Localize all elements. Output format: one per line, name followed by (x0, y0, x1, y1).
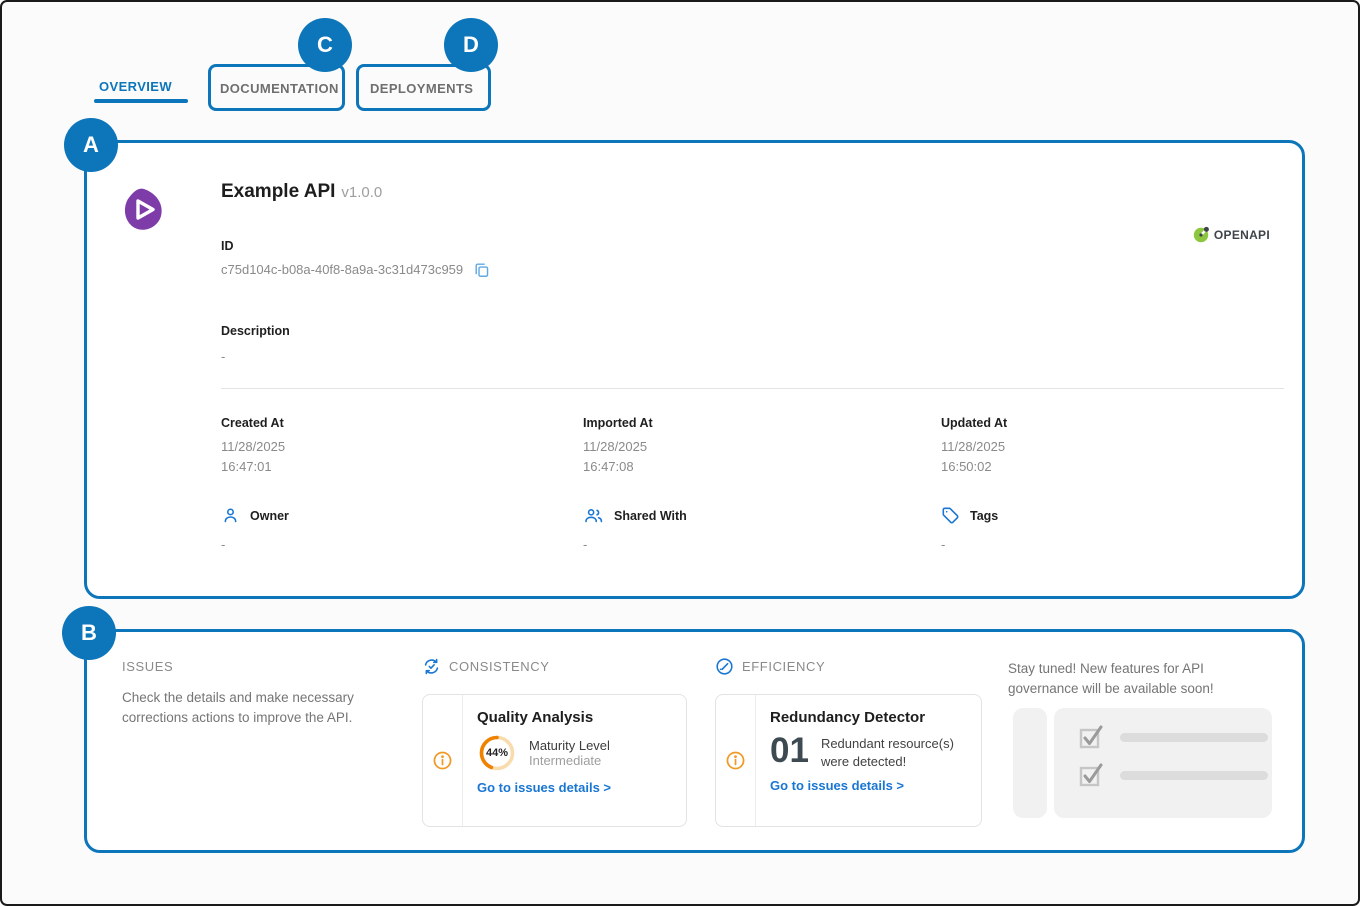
id-label: ID (221, 239, 234, 253)
maturity-level-label: Maturity Level (529, 738, 610, 753)
placeholder-bar (1120, 771, 1268, 780)
created-at-label: Created At (221, 416, 284, 430)
redundancy-count-text: Redundant resource(s) were detected! (821, 732, 983, 770)
info-icon[interactable] (725, 750, 746, 771)
shared-with-label: Shared With (614, 509, 687, 523)
api-details-card: Example API v1.0.0 OPENAPI ID c75d104c-b0… (84, 140, 1305, 599)
info-icon[interactable] (432, 750, 453, 771)
efficiency-issues-link[interactable]: Go to issues details > (770, 778, 904, 793)
updated-at-label: Updated At (941, 416, 1007, 430)
updated-at-time: 16:50:02 (941, 459, 992, 474)
redundancy-info-strip (716, 695, 756, 826)
updated-at-date: 11/28/2025 (941, 439, 1005, 454)
callout-badge-c: C (298, 18, 352, 72)
tags-value: - (941, 537, 945, 552)
checkbox-icon (1076, 760, 1106, 790)
maturity-level-value: Intermediate (529, 753, 610, 768)
active-tab-indicator (94, 99, 188, 103)
placeholder-list (1054, 708, 1272, 818)
api-name: Example API (221, 181, 335, 202)
shared-with-field: Shared With (583, 506, 687, 525)
tab-overview[interactable]: OVERVIEW (99, 79, 172, 94)
created-at-date: 11/28/2025 (221, 439, 285, 454)
description-label: Description (221, 324, 290, 338)
callout-badge-a: A (64, 118, 118, 172)
section-divider (221, 388, 1284, 389)
redundancy-detector-title: Redundancy Detector (770, 709, 983, 726)
owner-value: - (221, 537, 225, 552)
checkbox-icon (1076, 722, 1106, 752)
api-logo-icon (119, 185, 167, 233)
maturity-gauge-row: 44% Maturity Level Intermediate (477, 733, 674, 773)
people-icon (583, 506, 604, 525)
callout-badge-b: B (62, 606, 116, 660)
redundancy-count: 01 (770, 732, 809, 771)
stay-tuned-text: Stay tuned! New features for API governa… (1008, 659, 1276, 700)
sync-check-icon (422, 657, 441, 676)
coming-soon-placeholder (1013, 708, 1272, 818)
consistency-header-label: CONSISTENCY (449, 659, 550, 674)
owner-label: Owner (250, 509, 289, 523)
efficiency-header: EFFICIENCY (715, 657, 825, 676)
description-value: - (221, 349, 225, 364)
redundancy-count-row: 01 Redundant resource(s) were detected! (770, 732, 983, 771)
imported-at-label: Imported At (583, 416, 653, 430)
id-value: c75d104c-b08a-40f8-8a9a-3c31d473c959 (221, 262, 463, 277)
callout-badge-d: D (444, 18, 498, 72)
issues-title: ISSUES (122, 659, 173, 674)
api-title: Example API v1.0.0 (221, 181, 382, 203)
copy-icon[interactable] (473, 261, 490, 278)
person-icon (221, 506, 240, 525)
owner-field: Owner (221, 506, 289, 525)
speedometer-icon (715, 657, 734, 676)
consistency-issues-link[interactable]: Go to issues details > (477, 780, 611, 795)
id-row: c75d104c-b08a-40f8-8a9a-3c31d473c959 (221, 261, 490, 278)
maturity-gauge: 44% (477, 733, 517, 773)
openapi-logo-icon (1193, 226, 1210, 243)
tag-icon (941, 506, 960, 525)
created-at-time: 16:47:01 (221, 459, 272, 474)
quality-analysis-card: Quality Analysis 44% Maturity Level (422, 694, 687, 827)
placeholder-strip (1013, 708, 1047, 818)
issues-title-label: ISSUES (122, 659, 173, 674)
placeholder-bar (1120, 733, 1268, 742)
app-window: OVERVIEW DOCUMENTATION DEPLOYMENTS C D A… (0, 0, 1360, 906)
shared-with-value: - (583, 537, 587, 552)
issues-subtitle: Check the details and make necessary cor… (122, 688, 407, 729)
redundancy-detector-card: Redundancy Detector 01 Redundant resourc… (715, 694, 982, 827)
tags-label: Tags (970, 509, 998, 523)
api-version: v1.0.0 (341, 184, 382, 201)
placeholder-row (1076, 760, 1272, 790)
openapi-badge: OPENAPI (1193, 226, 1270, 243)
imported-at-date: 11/28/2025 (583, 439, 647, 454)
efficiency-header-label: EFFICIENCY (742, 659, 825, 674)
quality-info-strip (423, 695, 463, 826)
placeholder-row (1076, 722, 1272, 752)
issues-card: ISSUES Check the details and make necess… (84, 629, 1305, 853)
consistency-header: CONSISTENCY (422, 657, 550, 676)
tags-field: Tags (941, 506, 998, 525)
imported-at-time: 16:47:08 (583, 459, 634, 474)
quality-analysis-title: Quality Analysis (477, 709, 674, 726)
maturity-percent: 44% (477, 733, 517, 773)
openapi-badge-label: OPENAPI (1214, 228, 1270, 242)
